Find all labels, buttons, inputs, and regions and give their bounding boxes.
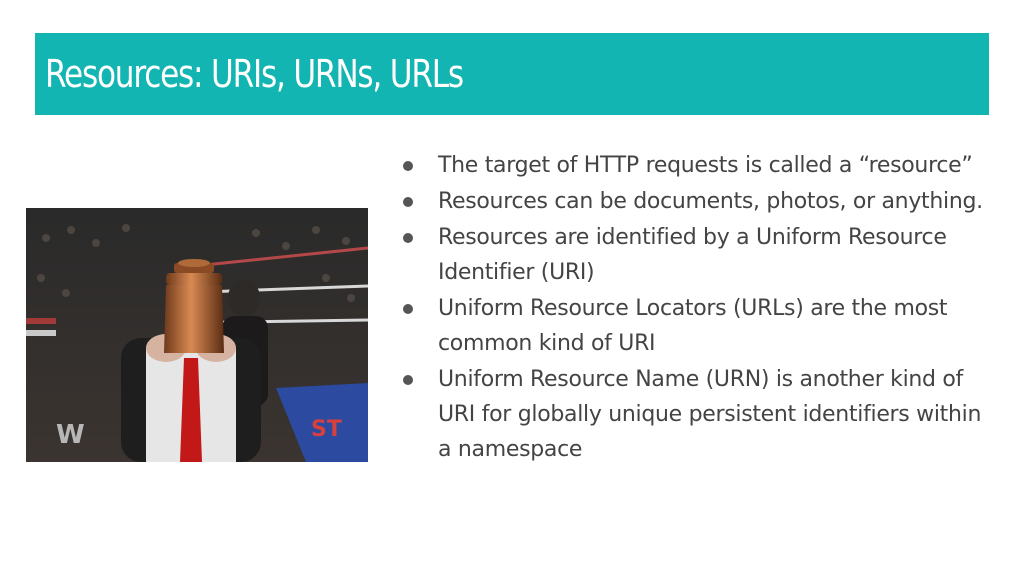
wrestling-photo: ST W (26, 208, 368, 462)
title-bar: Resources: URIs, URNs, URLs (35, 33, 989, 115)
svg-text:ST: ST (311, 417, 342, 442)
bullet-dot-icon (403, 304, 413, 314)
bullet-dot-icon (403, 233, 413, 243)
bullet-list: The target of HTTP requests is called a … (400, 148, 1000, 468)
bullet-text: Uniform Resource Name (URN) is another k… (438, 367, 982, 462)
bullet-dot-icon (403, 161, 413, 171)
bullet-item: Resources can be documents, photos, or a… (400, 184, 1000, 219)
bullet-item: The target of HTTP requests is called a … (400, 148, 1000, 183)
wwe-logo: W (56, 420, 85, 450)
bullet-item: Uniform Resource Locators (URLs) are the… (400, 291, 1000, 361)
bullet-text: Uniform Resource Locators (URLs) are the… (438, 296, 948, 356)
bullet-text: The target of HTTP requests is called a … (438, 153, 973, 178)
bullet-dot-icon (403, 375, 413, 385)
wrestling-photo-image: ST W (26, 208, 368, 462)
bullet-text: Resources are identified by a Uniform Re… (438, 225, 947, 285)
bullet-item: Resources are identified by a Uniform Re… (400, 220, 1000, 290)
slide-title: Resources: URIs, URNs, URLs (45, 52, 464, 96)
slide: Resources: URIs, URNs, URLs ST W The tar… (0, 0, 1024, 576)
bullet-item: Uniform Resource Name (URN) is another k… (400, 362, 1000, 467)
bullet-dot-icon (403, 197, 413, 207)
bullet-text: Resources can be documents, photos, or a… (438, 189, 983, 214)
